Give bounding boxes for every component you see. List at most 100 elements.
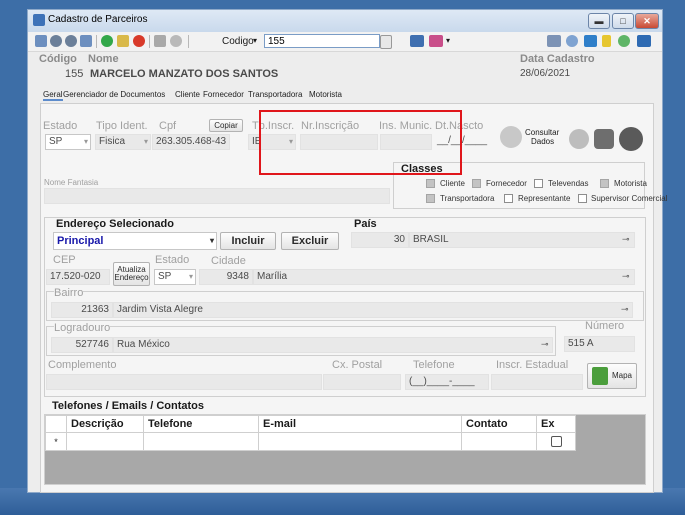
logradouro-group: Logradouro 527746 Rua México ⊸ xyxy=(46,322,556,356)
cidade-name: Marília xyxy=(253,269,635,285)
incluir-button[interactable]: Incluir xyxy=(220,232,276,250)
filter-icon[interactable] xyxy=(602,35,611,47)
estado-endereco-value: SP xyxy=(158,271,172,282)
calculator-icon[interactable] xyxy=(547,35,561,47)
email-cell[interactable] xyxy=(258,432,462,451)
tipo-ident-select[interactable]: Fisica ▾ xyxy=(95,134,151,150)
minimize-button[interactable]: ▬ xyxy=(588,13,610,29)
estado-endereco-select[interactable]: SP ▾ xyxy=(154,269,196,285)
chevron-down-icon[interactable]: ▾ xyxy=(253,36,257,45)
previous-record-icon[interactable] xyxy=(50,35,62,47)
transportadora-checkbox[interactable] xyxy=(426,194,435,203)
col-descricao[interactable]: Descrição xyxy=(66,415,144,433)
logradouro-code[interactable]: 527746 xyxy=(51,337,113,353)
car-lookup-icon[interactable]: ⊸ xyxy=(541,339,549,350)
contato-cell[interactable] xyxy=(461,432,537,451)
search-icon[interactable] xyxy=(566,35,578,47)
edit-icon[interactable] xyxy=(117,35,129,47)
chevron-down-icon[interactable]: ▾ xyxy=(446,36,450,45)
new-row-marker: * xyxy=(45,432,67,451)
ex-cell[interactable] xyxy=(536,432,576,451)
card-icon[interactable] xyxy=(594,129,614,149)
first-record-icon[interactable] xyxy=(35,35,47,47)
tab-transportadora[interactable]: Transportadora xyxy=(248,90,302,99)
cx-postal-input[interactable] xyxy=(323,374,401,390)
descricao-cell[interactable] xyxy=(66,432,144,451)
nome-fantasia-input[interactable] xyxy=(44,188,390,204)
ex-checkbox[interactable] xyxy=(550,436,562,447)
nome-label: Nome xyxy=(88,53,119,65)
fornecedor-label: Fornecedor xyxy=(486,179,527,188)
dados-label[interactable]: Dados xyxy=(531,137,554,146)
tab-gerenciador-documentos[interactable]: Gerenciador de Documentos xyxy=(63,90,165,99)
mapa-button[interactable]: Mapa xyxy=(587,363,637,389)
endereco-select[interactable]: Principal ▾ xyxy=(53,232,217,250)
cidade-label: Cidade xyxy=(211,255,246,267)
logradouro-name: Rua México xyxy=(113,337,553,353)
col-email[interactable]: E-mail xyxy=(258,415,462,433)
table-row[interactable]: * xyxy=(45,432,576,451)
nome-fantasia-label: Nome Fantasia xyxy=(44,178,99,187)
estado-endereco-label: Estado xyxy=(155,254,190,266)
exit-icon[interactable] xyxy=(637,35,651,47)
chart-icon[interactable] xyxy=(429,35,443,47)
supervisor-comercial-checkbox[interactable] xyxy=(578,194,587,203)
tab-fornecedor[interactable]: Fornecedor xyxy=(203,90,244,99)
user-icon[interactable] xyxy=(618,35,630,47)
fornecedor-checkbox[interactable] xyxy=(472,179,481,188)
bairro-code[interactable]: 21363 xyxy=(51,302,113,318)
transportadora-label: Transportadora xyxy=(440,194,495,203)
representante-checkbox[interactable] xyxy=(504,194,513,203)
maximize-button[interactable]: □ xyxy=(612,13,634,29)
numero-input[interactable]: 515 A xyxy=(564,336,635,352)
pais-name: BRASIL xyxy=(409,232,635,248)
delete-icon[interactable] xyxy=(133,35,145,47)
telefone-cell[interactable] xyxy=(143,432,259,451)
col-telefone[interactable]: Telefone xyxy=(143,415,259,433)
inscr-estadual-label: Inscr. Estadual xyxy=(496,359,569,371)
cep-input[interactable]: 17.520-020 xyxy=(46,269,110,285)
cliente-checkbox[interactable] xyxy=(426,179,435,188)
next-record-icon[interactable] xyxy=(65,35,77,47)
consultar-label[interactable]: Consultar xyxy=(525,128,559,137)
estado-select[interactable]: SP ▾ xyxy=(45,134,91,150)
tab-geral[interactable]: Geral xyxy=(43,90,63,101)
car-lookup-icon[interactable]: ⊸ xyxy=(622,271,630,282)
atualiza-endereco-button[interactable]: Atualiza Endereço xyxy=(113,262,150,286)
logradouro-label: Logradouro xyxy=(54,322,111,334)
consultar-icon[interactable] xyxy=(500,126,522,148)
close-button[interactable]: ✕ xyxy=(635,13,659,29)
televendas-checkbox[interactable] xyxy=(534,179,543,188)
chevron-down-icon: ▾ xyxy=(83,137,88,146)
cpf-input[interactable]: 263.305.468-43 xyxy=(152,134,230,150)
codigo-search-input[interactable] xyxy=(264,34,380,48)
car-lookup-icon[interactable]: ⊸ xyxy=(621,304,629,315)
refresh-icon[interactable] xyxy=(584,35,597,47)
tipo-ident-label: Tipo Ident. xyxy=(96,120,148,132)
grid-view-icon[interactable] xyxy=(410,35,424,47)
inscr-estadual-input[interactable] xyxy=(491,374,583,390)
cpf-label: Cpf xyxy=(159,120,177,132)
search-dropdown-button[interactable] xyxy=(380,35,392,49)
motorista-checkbox[interactable] xyxy=(600,179,609,188)
undo-icon[interactable] xyxy=(170,35,182,47)
add-icon[interactable] xyxy=(101,35,113,47)
col-ex[interactable]: Ex xyxy=(536,415,576,433)
copiar-button[interactable]: Copiar xyxy=(209,119,243,132)
tab-cliente[interactable]: Cliente xyxy=(175,90,200,99)
cidade-code[interactable]: 9348 xyxy=(199,269,253,285)
tab-motorista[interactable]: Motorista xyxy=(309,90,342,99)
excluir-button[interactable]: Excluir xyxy=(281,232,339,250)
col-contato[interactable]: Contato xyxy=(461,415,537,433)
car-lookup-icon[interactable]: ⊸ xyxy=(622,234,630,245)
phone-icon[interactable] xyxy=(619,127,643,151)
pais-code[interactable]: 30 xyxy=(351,232,409,248)
row-indicator-header xyxy=(45,415,67,433)
telefone-input[interactable]: (__)____-____ xyxy=(405,374,489,390)
disk-icon[interactable] xyxy=(569,129,589,149)
save-icon[interactable] xyxy=(154,35,166,47)
supervisor-comercial-label: Supervisor Comercial xyxy=(591,194,668,203)
complemento-input[interactable] xyxy=(46,374,322,390)
last-record-icon[interactable] xyxy=(80,35,92,47)
representante-label: Representante xyxy=(518,194,571,203)
